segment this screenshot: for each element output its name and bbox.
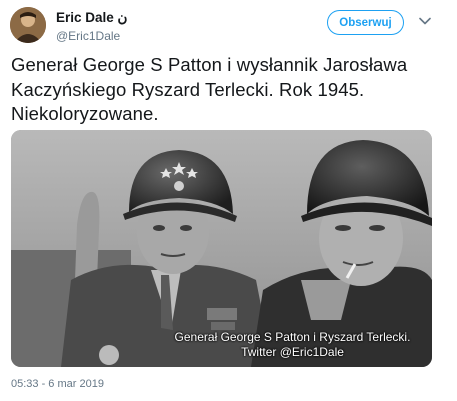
author-handle[interactable]: @Eric1Dale (56, 28, 127, 44)
tweet-timestamp[interactable]: 05:33 - 6 mar 2019 (11, 378, 104, 390)
avatar-image (10, 7, 46, 43)
more-options-button[interactable] (418, 14, 432, 28)
follow-button[interactable]: Obserwuj (327, 10, 404, 35)
author-info: Eric Dale ن @Eric1Dale (56, 10, 127, 44)
avatar[interactable] (10, 7, 46, 43)
tweet-card: Eric Dale ن @Eric1Dale Obserwuj Generał … (0, 0, 457, 401)
chevron-down-icon (419, 17, 431, 25)
photo-caption: Generał George S Patton i Ryszard Terlec… (155, 330, 430, 359)
photo-caption-line-2: Twitter @Eric1Dale (241, 344, 344, 359)
tweet-text: Generał George S Patton i wysłannik Jaro… (11, 54, 408, 124)
photo-caption-line-1: Generał George S Patton i Ryszard Terlec… (174, 330, 411, 344)
author-display-name[interactable]: Eric Dale ن (56, 10, 127, 26)
tweet-photo[interactable]: Generał George S Patton i Ryszard Terlec… (11, 130, 432, 367)
